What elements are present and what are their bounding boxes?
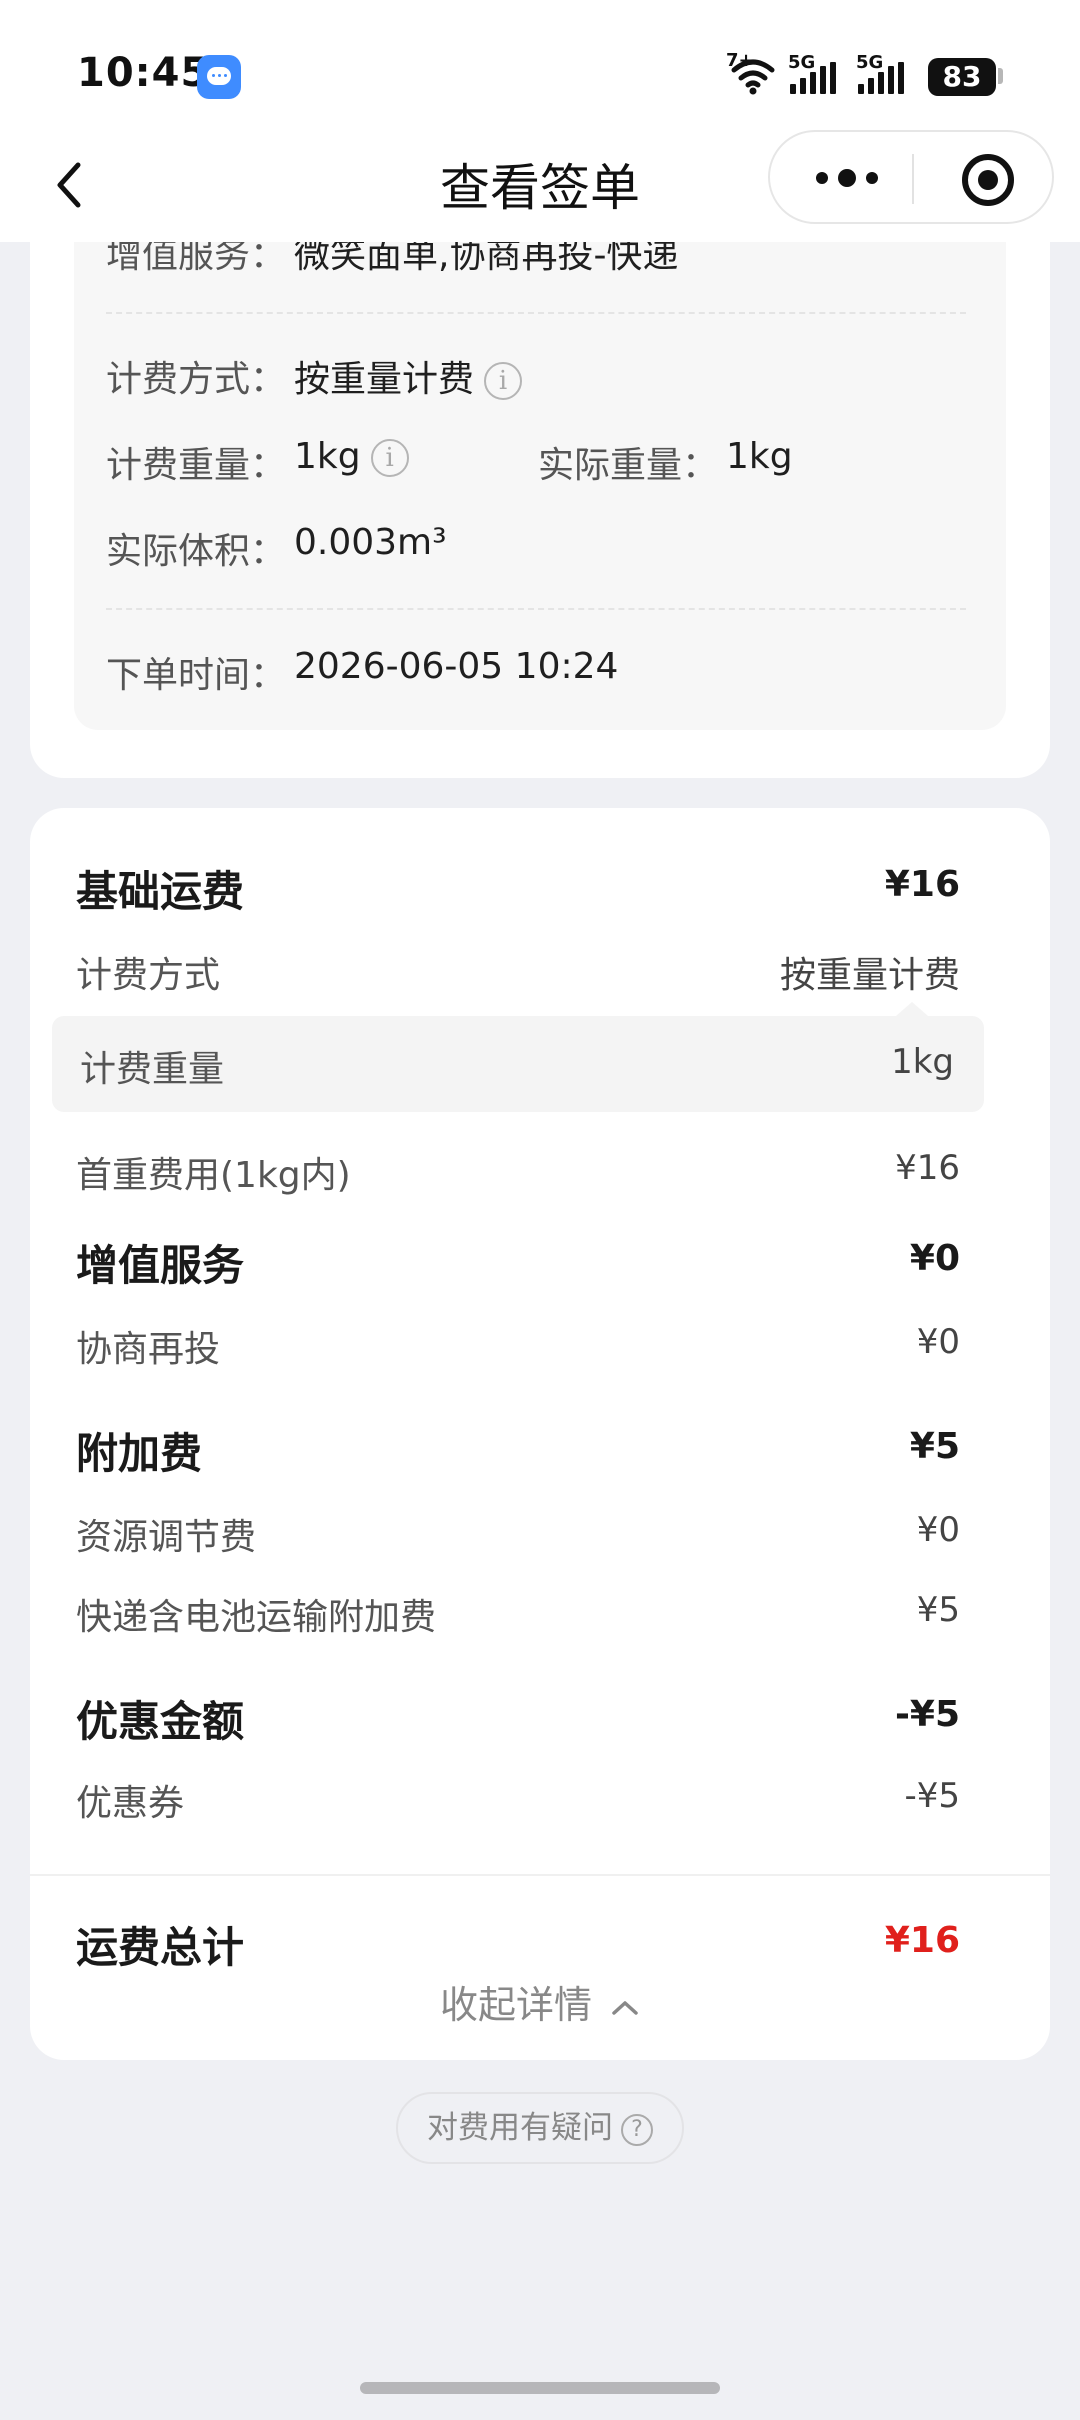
billing-weight-row-value: 1kg: [891, 1042, 954, 1082]
home-indicator[interactable]: [360, 2382, 720, 2394]
fee-item-value: ¥0: [916, 1510, 960, 1550]
base-freight-amount: ¥16: [884, 864, 960, 905]
value-added-amount: ¥0: [909, 1238, 960, 1279]
divider: [30, 1874, 1050, 1876]
fee-item-value: ¥0: [916, 1322, 960, 1362]
actual-weight-value: 1kg: [726, 436, 793, 477]
actual-volume-value: 0.003m³: [294, 522, 447, 563]
target-close-icon[interactable]: [960, 152, 1016, 208]
divider: [106, 608, 966, 610]
capsule-divider: [912, 154, 914, 204]
order-info-card: 增值服务： 微笑面单,协商再投-快递 计费方式： 按重量计费 i 计费重量： 1k…: [30, 160, 1050, 778]
discount-title: 优惠金额: [76, 1697, 245, 1746]
billing-weight-text: 1kg: [294, 436, 361, 477]
billing-method-text: 按重量计费: [294, 359, 475, 400]
surcharge-amount: ¥5: [909, 1426, 960, 1467]
fee-detail-card: 基础运费 ¥16 计费方式 按重量计费 计费重量 1kg 首重费用(1kg内) …: [30, 808, 1050, 2060]
status-bar: 10:45 7+ 5G 5G 83: [0, 0, 1080, 130]
total-freight-title: 运费总计: [76, 1923, 245, 1972]
fee-item-label: 资源调节费: [76, 1517, 257, 1558]
first-weight-fee-value: ¥16: [895, 1148, 960, 1188]
fee-item-label: 优惠券: [76, 1783, 185, 1824]
order-info-panel: 增值服务： 微笑面单,协商再投-快递 计费方式： 按重量计费 i 计费重量： 1k…: [74, 160, 1006, 730]
status-time: 10:45: [77, 50, 210, 96]
info-icon[interactable]: i: [370, 439, 409, 477]
divider: [106, 312, 966, 314]
order-time-value: 2026-06-05 10:24: [294, 646, 619, 687]
billing-method-label: 计费方式：: [106, 359, 287, 400]
base-freight-title: 基础运费: [76, 867, 245, 916]
billing-weight-label: 计费重量：: [106, 445, 287, 486]
billing-method-row-value: 按重量计费: [779, 955, 960, 996]
fee-item-value: ¥5: [916, 1590, 960, 1630]
message-icon: [197, 55, 241, 99]
signal-icon: [790, 62, 836, 94]
wifi-label: 7+: [726, 50, 754, 71]
collapse-details-label: 收起详情: [439, 1983, 592, 2027]
fee-item-value: -¥5: [904, 1776, 960, 1816]
signal-icon-2: [858, 62, 904, 94]
total-freight-amount: ¥16: [884, 1920, 960, 1961]
battery-icon: 83: [928, 58, 996, 96]
fee-item-label: 协商再投: [76, 1329, 221, 1370]
info-icon[interactable]: i: [484, 362, 523, 400]
actual-weight-label: 实际重量：: [538, 445, 719, 486]
fee-question-label: 对费用有疑问: [427, 2110, 613, 2146]
order-time-label: 下单时间：: [106, 655, 287, 696]
question-icon: ?: [621, 2113, 653, 2146]
chevron-up-icon: [612, 2000, 638, 2015]
billing-weight-value: 1kg i: [294, 436, 409, 477]
first-weight-fee-label: 首重费用(1kg内): [76, 1155, 351, 1196]
billing-method-row-label: 计费方式: [76, 955, 221, 996]
value-added-title: 增值服务: [76, 1241, 245, 1290]
surcharge-title: 附加费: [76, 1429, 203, 1478]
billing-method-value: 按重量计费 i: [294, 350, 523, 402]
battery-tip: [998, 68, 1003, 84]
fee-item-label: 快递含电池运输附加费: [76, 1597, 437, 1638]
discount-amount: -¥5: [894, 1694, 960, 1735]
billing-weight-row-label: 计费重量: [80, 1049, 225, 1090]
nav-bar: 查看签单: [0, 130, 1080, 242]
fee-question-button[interactable]: 对费用有疑问?: [396, 2092, 684, 2164]
billing-weight-row: 计费重量 1kg: [52, 1002, 984, 1112]
more-dots-icon[interactable]: [812, 165, 882, 191]
mini-program-capsule: [768, 130, 1054, 224]
actual-volume-label: 实际体积：: [106, 531, 287, 572]
collapse-details-button[interactable]: 收起详情: [30, 1974, 1050, 2029]
